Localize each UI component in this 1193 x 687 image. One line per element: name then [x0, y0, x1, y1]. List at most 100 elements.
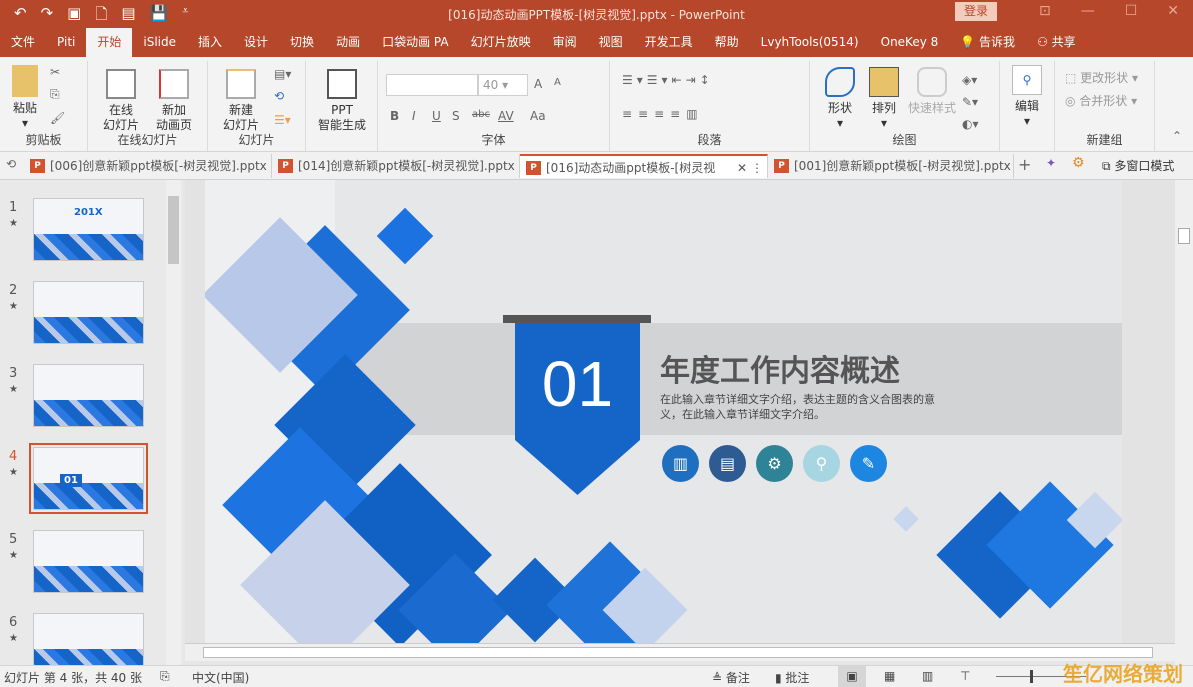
slide-sorter-icon[interactable]: ▦ — [884, 669, 895, 683]
bold-button[interactable]: B — [390, 109, 399, 123]
zoom-slider-thumb[interactable] — [1030, 670, 1033, 683]
scroll-thumb[interactable] — [203, 647, 1153, 658]
tab-file[interactable]: 文件 — [0, 28, 46, 57]
tab-view[interactable]: 视图 — [588, 28, 634, 57]
quick-styles-icon — [917, 67, 947, 97]
thumbnail-scrollbar[interactable] — [166, 180, 181, 665]
slide-thumbnail[interactable] — [33, 613, 144, 665]
tab-piti[interactable]: Piti — [46, 28, 86, 57]
add-tab-icon[interactable]: + — [1018, 155, 1031, 174]
tab-transitions[interactable]: 切换 — [279, 28, 325, 57]
cut-icon[interactable]: ✂ — [50, 65, 60, 79]
arrange-button[interactable]: 排列 ▾ — [864, 67, 904, 131]
language[interactable]: 中文(中国) — [192, 669, 249, 686]
editor-horizontal-scrollbar[interactable] — [185, 643, 1175, 661]
tab-onekey[interactable]: OneKey 8 — [870, 28, 950, 57]
format-painter-icon[interactable]: 🖌 — [50, 111, 65, 125]
tab-islide[interactable]: iSlide — [132, 28, 187, 57]
group-ppt-gen: PPT 智能生成 — [306, 61, 378, 151]
share-button[interactable]: ⚇ 共享 — [1026, 28, 1087, 57]
font-name-input[interactable] — [386, 74, 478, 96]
online-slide-button[interactable]: 在线 幻灯片 — [96, 69, 146, 133]
settings-icon[interactable]: ⚙ — [1072, 155, 1085, 171]
more-icon[interactable]: ⋮ — [751, 156, 763, 178]
shrink-font-icon[interactable]: A — [554, 77, 561, 88]
merge-shape-button[interactable]: ◎ 合并形状 ▾ — [1065, 92, 1137, 109]
reset-icon[interactable]: ⟲ — [274, 89, 284, 103]
document-tabs: ⟲ P [006]创意新颖ppt模板[-树灵视觉].pptx P [014]创意新颖… — [0, 152, 1193, 180]
slide-thumbnail[interactable]: 01 — [29, 443, 148, 514]
copy-icon[interactable]: ⎘ — [50, 87, 60, 102]
ppt-generate-button[interactable]: PPT 智能生成 — [314, 69, 370, 133]
slide-thumbnail[interactable] — [33, 530, 144, 593]
grow-font-button[interactable]: A — [534, 77, 542, 91]
doc-tab-active[interactable]: P [016]动态动画ppt模板-[树灵视 ✕ ⋮ — [520, 154, 768, 178]
font-size-input[interactable]: 40 ▾ — [478, 74, 528, 96]
list-icons[interactable]: ☰▾☰▾⇤⇥↕ — [622, 73, 714, 87]
ppt-gen-label: PPT 智能生成 — [317, 103, 366, 132]
tab-slideshow[interactable]: 幻灯片放映 — [460, 28, 542, 57]
edit-button[interactable]: ⚲ 编辑 ▾ — [1010, 65, 1044, 129]
shapes-button[interactable]: 形状 ▾ — [820, 67, 860, 131]
normal-view-icon[interactable]: ▣ — [838, 666, 866, 687]
notes-label: 备注 — [725, 671, 750, 685]
editor-vertical-scrollbar[interactable] — [1175, 180, 1193, 665]
gear-person-icon: ⚙ — [756, 445, 793, 482]
doc-tab[interactable]: P [001]创意新颖ppt模板[-树灵视觉].pptx — [768, 154, 1014, 178]
tell-me[interactable]: 💡 告诉我 — [949, 28, 1026, 57]
shadow-button[interactable]: S — [452, 109, 460, 123]
section-icon[interactable]: ☰▾ — [274, 113, 291, 127]
close-tab-icon[interactable]: ✕ — [737, 156, 747, 178]
multiwindow-button[interactable]: ⧉ 多窗口模式 — [1102, 157, 1174, 174]
collapse-ribbon-icon[interactable]: ⌃ — [1172, 129, 1182, 143]
slide-thumbnails-panel: 1 ★ 201X 2 ★ 3 ★ 4 ★ 01 5 ★ 6 ★ — [0, 180, 183, 665]
tab-developer[interactable]: 开发工具 — [634, 28, 704, 57]
paste-button[interactable]: 粘贴 ▾ — [8, 65, 42, 131]
animation-star-icon: ★ — [9, 218, 18, 229]
minimize-icon[interactable]: — — [1081, 3, 1095, 19]
new-slide-button[interactable]: 新建 幻灯片 — [214, 69, 268, 133]
tab-pocket-animation[interactable]: 口袋动画 PA — [371, 28, 460, 57]
slide-thumbnail[interactable] — [33, 281, 144, 344]
change-shape-button[interactable]: ⬚ 更改形状 ▾ — [1065, 69, 1138, 86]
login-button[interactable]: 登录 — [955, 2, 997, 21]
slide-thumbnail[interactable]: 201X — [33, 198, 144, 261]
history-icon[interactable]: ⟲ — [6, 157, 16, 171]
chart-icon: ▥ — [662, 445, 699, 482]
layout-icon[interactable]: ▤▾ — [274, 67, 291, 81]
tab-help[interactable]: 帮助 — [704, 28, 750, 57]
slide-thumbnail[interactable] — [33, 364, 144, 427]
reading-view-icon[interactable]: ▥ — [922, 669, 933, 683]
char-spacing-button[interactable]: AV — [498, 109, 514, 123]
scroll-thumb[interactable] — [168, 196, 179, 264]
quick-styles-button[interactable]: 快速样式 — [906, 67, 958, 116]
strikethrough-button[interactable]: abc — [472, 109, 490, 120]
tab-home[interactable]: 开始 — [86, 28, 133, 57]
doc-tab[interactable]: P [014]创意新颖ppt模板[-树灵视觉].pptx — [272, 154, 520, 178]
multiwindow-label: 多窗口模式 — [1114, 159, 1175, 173]
change-case-button[interactable]: Aa — [530, 109, 546, 123]
tab-animations[interactable]: 动画 — [325, 28, 371, 57]
doc-tab[interactable]: P [006]创意新颖ppt模板[-树灵视觉].pptx — [24, 154, 272, 178]
fill-outline-effect-icons[interactable]: ◈▾ ✎▾ ◐▾ — [962, 69, 979, 135]
maximize-icon[interactable]: ☐ — [1125, 3, 1138, 19]
tab-insert[interactable]: 插入 — [187, 28, 233, 57]
close-icon[interactable]: ✕ — [1167, 3, 1179, 19]
slideshow-icon[interactable]: ⊤ — [960, 669, 970, 683]
tab-review[interactable]: 审阅 — [542, 28, 588, 57]
notes-button[interactable]: ≜ 备注 — [712, 669, 750, 686]
magic-icon[interactable]: ✦ — [1046, 156, 1056, 170]
add-animation-page-button[interactable]: 新加 动画页 — [148, 69, 200, 133]
window-title: [016]动态动画PPT模板-[树灵视觉].pptx - PowerPoint — [448, 8, 745, 22]
comments-button[interactable]: ▮ 批注 — [775, 669, 809, 686]
underline-button[interactable]: U — [432, 109, 441, 123]
scroll-thumb[interactable] — [1178, 228, 1190, 244]
ribbon-display-icon[interactable]: ⊡ — [1039, 3, 1051, 19]
tab-lvyhtools[interactable]: LvyhTools(0514) — [750, 28, 870, 57]
italic-button[interactable]: I — [412, 109, 416, 123]
tab-design[interactable]: 设计 — [233, 28, 279, 57]
spellcheck-icon[interactable]: ⎘ — [160, 669, 170, 684]
slide[interactable]: 01 年度工作内容概述 在此输入章节详细文字介绍，表达主题的含义合图表的意义，在… — [205, 180, 1122, 643]
align-icons[interactable]: ≡≡≡≡▥ — [622, 107, 704, 121]
slide-editor[interactable]: 01 年度工作内容概述 在此输入章节详细文字介绍，表达主题的含义合图表的意义，在… — [185, 180, 1175, 643]
